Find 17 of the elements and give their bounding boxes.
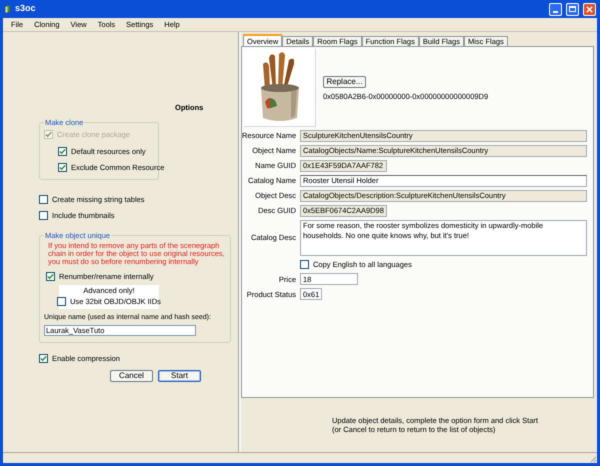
checkbox[interactable]: [58, 162, 67, 172]
app-icon: [4, 4, 11, 14]
dialog-button[interactable]: Start: [158, 370, 201, 382]
replace-button[interactable]: Replace...: [323, 76, 366, 88]
checkbox[interactable]: [39, 211, 48, 220]
checkbox[interactable]: [46, 272, 55, 281]
close-button[interactable]: [583, 2, 596, 16]
close-icon: [586, 6, 593, 12]
checkbox[interactable]: [58, 146, 67, 156]
checkbox[interactable]: [57, 297, 66, 306]
checkbox[interactable]: [300, 260, 309, 270]
dialog-button[interactable]: Cancel: [110, 370, 153, 382]
checkbox[interactable]: [39, 354, 48, 363]
window-title: s3oc: [15, 2, 37, 16]
maximize-button[interactable]: [566, 2, 579, 16]
checkbox[interactable]: [39, 195, 48, 204]
minimize-button[interactable]: [549, 2, 562, 16]
